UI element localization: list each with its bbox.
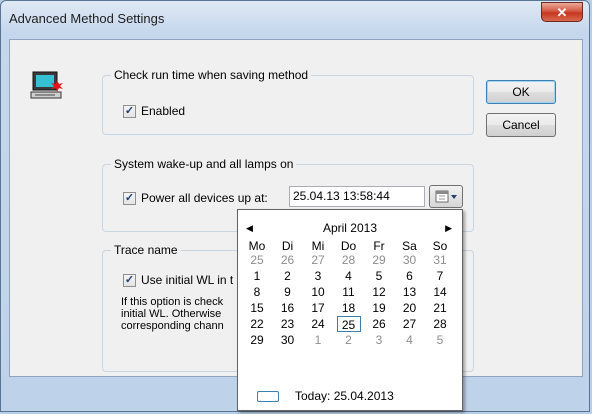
power-devices-label: Power all devices up at: (141, 191, 268, 205)
calendar-day[interactable]: 26 (367, 316, 391, 332)
calendar-day[interactable]: 7 (428, 268, 452, 284)
runtime-group-title: Check run time when saving method (111, 68, 312, 82)
calendar-day[interactable]: 3 (306, 268, 330, 284)
calendar-day[interactable]: 30 (398, 252, 422, 268)
computer-alert-icon (30, 71, 63, 99)
calendar-dropdown-icon (435, 190, 457, 203)
calendar-day[interactable]: 12 (367, 284, 391, 300)
calendar-day[interactable]: 13 (398, 284, 422, 300)
ok-button[interactable]: OK (486, 80, 556, 104)
calendar-day[interactable]: 25 (245, 252, 269, 268)
runtime-enabled-label: Enabled (141, 104, 186, 118)
calendar-day-selected[interactable]: 25 (336, 316, 361, 332)
calendar-day[interactable]: 4 (337, 268, 361, 284)
calendar-day[interactable]: 11 (337, 284, 361, 300)
cancel-button[interactable]: Cancel (486, 113, 556, 137)
calendar-today-label[interactable]: Today: 25.04.2013 (295, 389, 394, 403)
calendar-day[interactable]: 3 (367, 332, 391, 348)
calendar-day[interactable]: 10 (306, 284, 330, 300)
calendar-day[interactable]: 28 (428, 316, 452, 332)
calendar-dropdown-button[interactable] (429, 185, 463, 208)
calendar-day[interactable]: 15 (245, 300, 269, 316)
calendar-day[interactable]: 16 (276, 300, 300, 316)
calendar-day[interactable]: 14 (428, 284, 452, 300)
calendar-day[interactable]: 22 (245, 316, 269, 332)
calendar-day[interactable]: 31 (428, 252, 452, 268)
calendar-day[interactable]: 5 (428, 332, 452, 348)
calendar-day[interactable]: 20 (398, 300, 422, 316)
power-devices-row[interactable]: ✓ Power all devices up at: (123, 191, 268, 205)
today-marker-icon (257, 390, 279, 402)
trace-initial-wl-label: Use initial WL in t (141, 273, 234, 287)
calendar-day[interactable]: 27 (398, 316, 422, 332)
calendar-today-footer[interactable]: Today: 25.04.2013 (257, 388, 394, 404)
calendar-day[interactable]: 17 (306, 300, 330, 316)
calendar-day[interactable]: 9 (276, 284, 300, 300)
calendar-day[interactable]: 8 (245, 284, 269, 300)
calendar-day[interactable]: 29 (367, 252, 391, 268)
calendar-day[interactable]: 23 (276, 316, 300, 332)
runtime-group: Check run time when saving method ✓ Enab… (102, 68, 474, 135)
wakeup-datetime-field[interactable]: 25.04.13 13:58:44 (289, 186, 425, 207)
calendar-day[interactable]: 6 (398, 268, 422, 284)
calendar-day[interactable]: 4 (398, 332, 422, 348)
calendar-popup[interactable]: ◀ April 2013 ▶ Mo Di Mi Do Fr Sa So 25 26 27 28 29 3… (237, 209, 463, 411)
window-title: Advanced Method Settings (9, 11, 165, 26)
calendar-day[interactable]: 2 (337, 332, 361, 348)
calendar-day[interactable]: 19 (367, 300, 391, 316)
calendar-day[interactable]: 27 (306, 252, 330, 268)
calendar-day[interactable]: 18 (337, 300, 361, 316)
calendar-day[interactable]: 28 (337, 252, 361, 268)
trace-initial-wl-row[interactable]: ✓ Use initial WL in t (123, 273, 233, 287)
power-devices-checkbox[interactable]: ✓ (123, 191, 136, 205)
calendar-day[interactable]: 21 (428, 300, 452, 316)
calendar-day[interactable]: 26 (276, 252, 300, 268)
calendar-day[interactable]: 24 (306, 316, 330, 332)
trace-initial-wl-checkbox[interactable]: ✓ (123, 273, 136, 287)
calendar-day[interactable]: 5 (367, 268, 391, 284)
wakeup-group-title: System wake-up and all lamps on (111, 157, 297, 171)
calendar-day[interactable]: 2 (276, 268, 300, 284)
calendar-day[interactable]: 29 (245, 332, 269, 348)
calendar-day[interactable]: 30 (276, 332, 300, 348)
close-button[interactable]: ✕ (541, 2, 583, 22)
next-month-button[interactable]: ▶ (445, 220, 452, 236)
calendar-month-label[interactable]: April 2013 (238, 220, 462, 236)
trace-group-title: Trace name (111, 243, 181, 257)
runtime-enabled-checkbox[interactable]: ✓ (123, 104, 136, 118)
calendar-day[interactable]: 1 (245, 268, 269, 284)
calendar-day[interactable]: 1 (306, 332, 330, 348)
calendar-header: ◀ April 2013 ▶ (238, 220, 462, 236)
runtime-enabled-row[interactable]: ✓ Enabled (123, 104, 185, 118)
